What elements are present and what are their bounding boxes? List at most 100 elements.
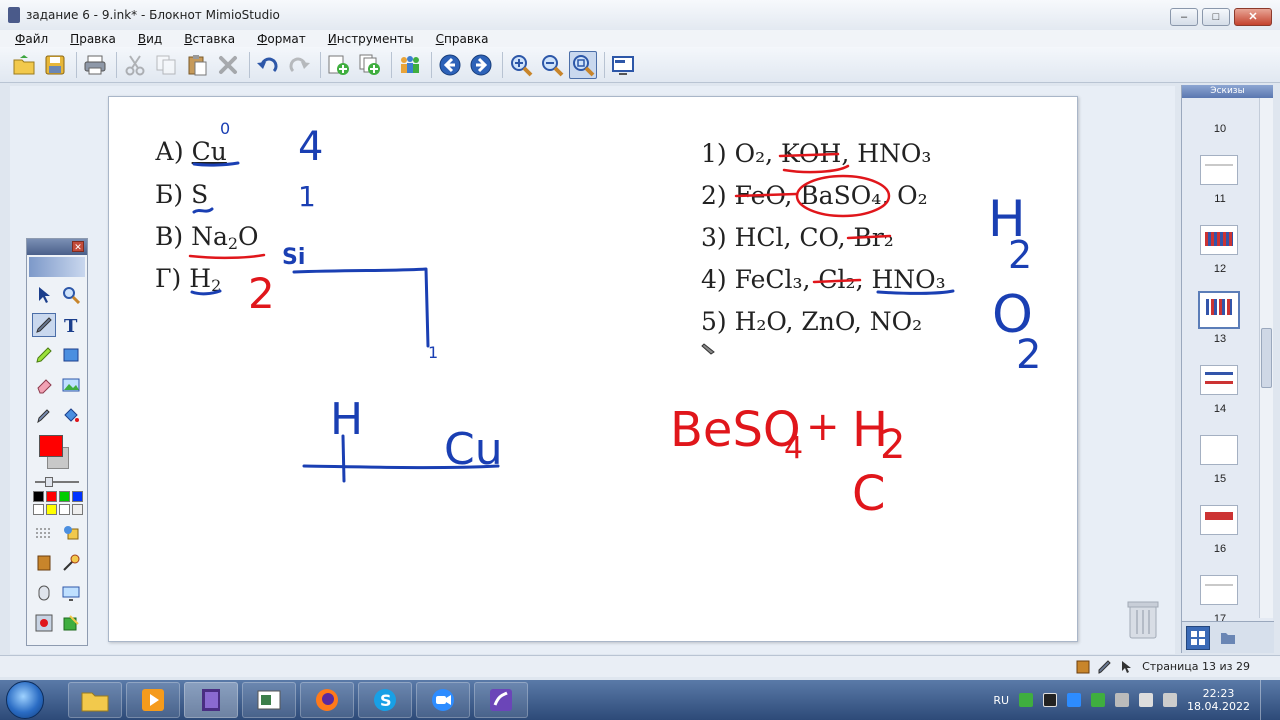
zoom-in-button[interactable] <box>507 51 535 79</box>
menu-format[interactable]: Формат <box>257 32 306 46</box>
next-page-button[interactable] <box>467 51 495 79</box>
show-desktop-button[interactable] <box>1260 680 1270 720</box>
toolbar-separator <box>76 51 77 78</box>
taskbar-mimio-notebook[interactable] <box>184 682 238 718</box>
zoom-in-icon <box>511 54 533 76</box>
taskbar-explorer[interactable] <box>68 682 122 718</box>
copy-button[interactable] <box>152 51 180 79</box>
fit-page-button[interactable] <box>569 50 597 79</box>
swatch-blue[interactable] <box>72 491 83 502</box>
swatch-red[interactable] <box>46 491 57 502</box>
taskbar-presentation[interactable] <box>242 682 296 718</box>
maximize-button[interactable]: □ <box>1202 8 1230 26</box>
close-button[interactable]: ✕ <box>1234 8 1272 26</box>
start-button[interactable] <box>6 681 44 719</box>
notebook-page[interactable]: А) Cu Б) S В) Na2O Г) H2 1) O₂, KOH, HNO… <box>108 96 1078 642</box>
menu-help[interactable]: Справка <box>436 32 489 46</box>
open-button[interactable] <box>10 51 38 79</box>
print-button[interactable] <box>81 51 109 79</box>
color-selector[interactable] <box>33 433 81 473</box>
line-width-slider[interactable] <box>35 477 79 487</box>
swatch-none[interactable] <box>59 504 70 515</box>
record-tool[interactable] <box>32 611 56 635</box>
new-page-button[interactable] <box>325 51 353 79</box>
spotlight-tool[interactable] <box>59 551 83 575</box>
thumbnail-page-13[interactable] <box>1198 291 1240 329</box>
tool-palette[interactable]: ✕ T <box>26 238 88 646</box>
swatch-more[interactable] <box>72 504 83 515</box>
save-button[interactable] <box>41 51 69 79</box>
tray-display-icon[interactable] <box>1043 693 1058 707</box>
thumbnail-page-17[interactable] <box>1200 575 1238 605</box>
pen-status-icon[interactable] <box>1098 659 1112 674</box>
thumbnail-page-14[interactable] <box>1200 365 1238 395</box>
gallery-view-button[interactable] <box>1216 626 1240 650</box>
mouse-tool[interactable] <box>32 581 56 605</box>
tray-volume-icon[interactable] <box>1139 693 1154 707</box>
thumbnails-scrollbar[interactable] <box>1259 98 1273 618</box>
zoom-tool[interactable] <box>59 283 83 307</box>
swatch-black[interactable] <box>33 491 44 502</box>
highlighter-tool[interactable] <box>32 343 56 367</box>
swatch-green[interactable] <box>59 491 70 502</box>
taskbar-firefox[interactable] <box>300 682 354 718</box>
palette-header[interactable]: ✕ <box>27 239 87 255</box>
delete-button[interactable] <box>214 51 242 79</box>
line-color-swatch[interactable] <box>39 435 63 457</box>
fill-tool[interactable] <box>59 403 83 427</box>
thumbnails-view-button[interactable] <box>1186 625 1210 650</box>
tray-signal-icon[interactable] <box>1163 693 1178 707</box>
swatch-white[interactable] <box>33 504 44 515</box>
palette-close-icon[interactable]: ✕ <box>72 241 84 252</box>
screen-annotate-tool[interactable] <box>59 581 83 605</box>
undo-button[interactable] <box>254 51 282 79</box>
menu-file[interactable]: Файл <box>15 32 48 46</box>
reveal-tool[interactable] <box>32 551 56 575</box>
collaborate-button[interactable] <box>396 51 424 79</box>
pen-tool[interactable] <box>31 313 56 337</box>
taskbar-mimio-studio[interactable] <box>474 682 528 718</box>
record-status-icon[interactable] <box>1076 660 1090 674</box>
pointer-status-icon[interactable] <box>1120 660 1134 674</box>
color-swatches[interactable] <box>33 491 83 515</box>
menu-view[interactable]: Вид <box>138 32 162 46</box>
shape-tool[interactable] <box>59 343 83 367</box>
export-tool[interactable] <box>59 611 83 635</box>
taskbar-media-player[interactable] <box>126 682 180 718</box>
taskbar-skype[interactable]: S <box>358 682 412 718</box>
object-fill-tool[interactable] <box>59 521 83 545</box>
scrollbar-thumb[interactable] <box>1261 328 1272 388</box>
image-tool[interactable] <box>59 373 83 397</box>
language-indicator[interactable]: RU <box>993 694 1009 707</box>
taskbar-zoom[interactable] <box>416 682 470 718</box>
text-tool[interactable]: T <box>59 313 83 337</box>
eraser-icon <box>36 379 52 394</box>
swatch-yellow[interactable] <box>46 504 57 515</box>
thumbnail-page-15[interactable] <box>1200 435 1238 465</box>
previous-page-button[interactable] <box>436 51 464 79</box>
tray-flag-icon[interactable] <box>1115 693 1130 707</box>
thumbnail-page-11[interactable] <box>1200 155 1238 185</box>
eraser-tool[interactable] <box>32 373 56 397</box>
screen-button[interactable] <box>609 51 637 79</box>
menu-tools[interactable]: Инструменты <box>328 32 414 46</box>
redo-button[interactable] <box>285 51 313 79</box>
minimize-button[interactable]: – <box>1170 8 1198 26</box>
eyedropper-tool[interactable] <box>32 403 56 427</box>
zoom-out-button[interactable] <box>538 51 566 79</box>
menu-insert[interactable]: Вставка <box>184 32 235 46</box>
thumbnail-page-16[interactable] <box>1200 505 1238 535</box>
tray-zoom-icon[interactable] <box>1067 693 1082 707</box>
trash-icon[interactable] <box>1126 598 1160 640</box>
tray-network-icon[interactable] <box>1019 693 1034 707</box>
toolbar-separator <box>502 51 503 78</box>
line-style-tool[interactable] <box>32 521 56 545</box>
tray-security-icon[interactable] <box>1091 693 1106 707</box>
menu-edit[interactable]: Правка <box>70 32 116 46</box>
select-tool[interactable] <box>32 283 56 307</box>
paste-button[interactable] <box>183 51 211 79</box>
cut-button[interactable] <box>121 51 149 79</box>
thumbnail-page-12[interactable] <box>1200 225 1238 255</box>
clock[interactable]: 22:23 18.04.2022 <box>1187 687 1250 713</box>
duplicate-page-button[interactable] <box>356 51 384 79</box>
